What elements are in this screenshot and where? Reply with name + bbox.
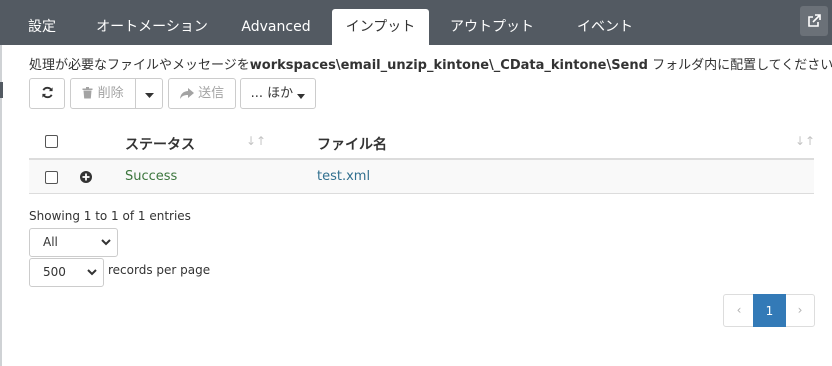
- expand-plus-icon[interactable]: [80, 171, 92, 183]
- top-nav-bar: 設定 オートメーション Advanced インプット アウトプット イベント: [0, 0, 832, 45]
- filter-select[interactable]: All: [29, 228, 118, 257]
- sort-icon[interactable]: ↓↑: [246, 134, 266, 148]
- next-page-button[interactable]: ›: [785, 294, 815, 327]
- delete-label: 削除: [97, 86, 124, 101]
- trash-icon: [82, 87, 93, 99]
- pagination: ‹ 1 ›: [723, 294, 815, 327]
- delete-dropdown-toggle[interactable]: [135, 78, 163, 109]
- external-link-button[interactable]: [800, 6, 828, 36]
- caret-down-icon: [144, 93, 154, 98]
- sort-icon[interactable]: ↓↑: [795, 134, 815, 148]
- share-arrow-icon: [179, 88, 194, 99]
- filter-select-value: All: [43, 235, 58, 249]
- send-button[interactable]: 送信: [168, 78, 236, 109]
- filename-link[interactable]: test.xml: [317, 169, 370, 184]
- page-size-select[interactable]: 500: [29, 258, 104, 287]
- page-size-value: 500: [43, 265, 66, 279]
- tab-advanced[interactable]: Advanced: [232, 9, 320, 45]
- row-checkbox[interactable]: [45, 171, 58, 184]
- instruction-text: 処理が必要なファイルやメッセージをworkspaces\email_unzip_…: [29, 54, 832, 73]
- tab-automation[interactable]: オートメーション: [84, 9, 220, 45]
- caret-down-icon: [297, 94, 306, 99]
- status-cell: Success: [125, 169, 178, 184]
- left-panel-marker: [0, 82, 3, 98]
- table-header: ステータス ↓↑ ファイル名 ↓↑: [29, 124, 815, 160]
- tab-events[interactable]: イベント: [562, 9, 648, 45]
- tab-settings[interactable]: 設定: [14, 9, 70, 45]
- chevron-down-icon: [87, 269, 97, 276]
- column-header-filename[interactable]: ファイル名: [317, 134, 387, 154]
- entries-info: Showing 1 to 1 of 1 entries: [29, 209, 191, 223]
- tab-input[interactable]: インプット: [332, 9, 429, 45]
- instruction-folder-path: workspaces\email_unzip_kintone\_CData_ki…: [249, 58, 648, 73]
- select-all-checkbox[interactable]: [45, 135, 58, 148]
- records-per-page-label: records per page: [108, 263, 211, 277]
- refresh-button[interactable]: [29, 78, 65, 109]
- delete-button[interactable]: 削除: [70, 78, 136, 109]
- table-row: Success test.xml: [29, 160, 814, 194]
- column-header-status[interactable]: ステータス: [125, 134, 195, 154]
- more-button[interactable]: ... ほか: [240, 78, 316, 109]
- refresh-icon: [41, 86, 53, 99]
- chevron-down-icon: [101, 239, 111, 246]
- external-link-icon: [808, 14, 821, 27]
- previous-page-button[interactable]: ‹: [724, 294, 754, 327]
- page-1-button[interactable]: 1: [753, 294, 786, 327]
- instruction-suffix: フォルダ内に配置してください。: [647, 58, 832, 73]
- instruction-prefix: 処理が必要なファイルやメッセージを: [29, 58, 250, 73]
- tab-output[interactable]: アウトプット: [440, 9, 544, 45]
- send-label: 送信: [198, 86, 225, 101]
- more-label: ... ほか: [250, 86, 294, 101]
